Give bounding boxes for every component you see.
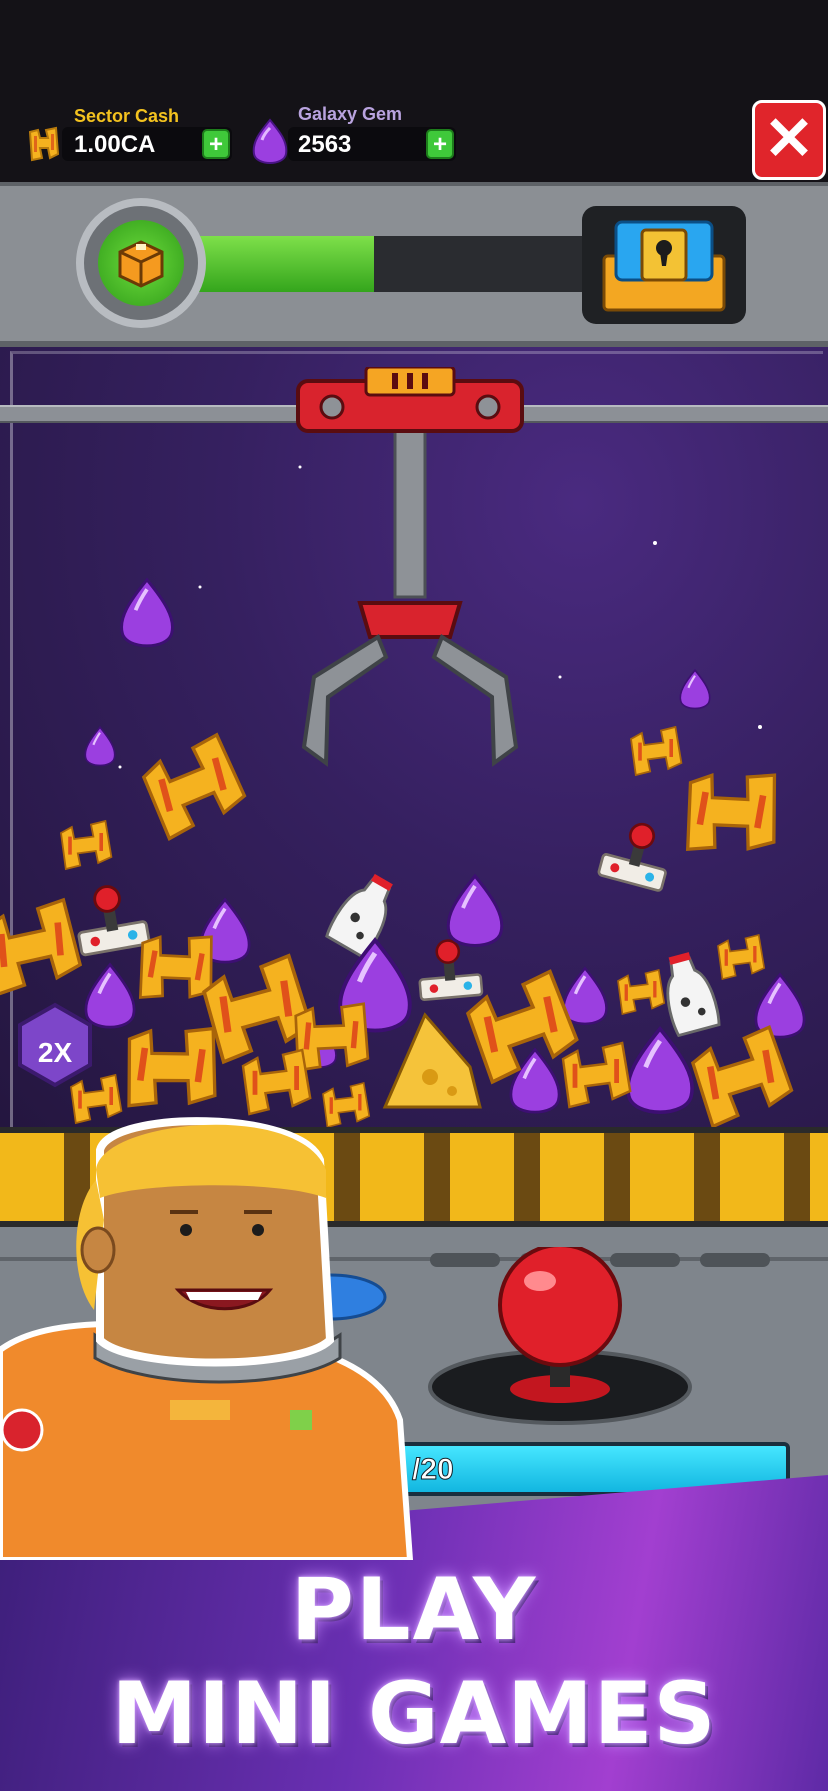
reward-chest-panel[interactable] [582,206,746,324]
bolt-coin-icon [28,126,60,162]
close-button[interactable]: ✕ [752,100,826,180]
add-galaxy-gem-button[interactable]: + [426,129,454,159]
prize-pile [0,577,806,1127]
galaxy-gem-value: 2563 [298,131,352,158]
currency-bar: Sector Cash 1.00CA + Galaxy Gem 2563 + ✕ [0,0,828,182]
sector-cash-value: 1.00CA [74,131,156,158]
crate-box-icon [118,240,164,288]
galaxy-gem-label: Galaxy Gem [298,104,403,124]
crate-dial-center [98,220,184,306]
multiplier-badge-label: 2X [37,1037,73,1068]
add-sector-cash-button[interactable]: + [202,129,230,159]
promo-title-line2: MINI GAMES [111,1664,717,1764]
progress-bar [180,236,610,292]
progress-bar-fill [180,236,374,292]
red-joystick[interactable] [420,1247,700,1427]
purple-gem-icon [252,118,288,164]
sector-cash-label: Sector Cash [74,106,180,126]
game-screen: Sector Cash 1.00CA + Galaxy Gem 2563 + ✕ [0,0,828,1791]
crate-dial [76,198,206,328]
reward-progress-panel [0,182,828,347]
locked-chest-icon [602,220,726,312]
promo-title-line1: PLAY [290,1560,538,1660]
claw-machine-window: 2X [0,347,828,1127]
astronaut-character [0,1117,414,1560]
close-x-icon: ✕ [763,105,815,172]
